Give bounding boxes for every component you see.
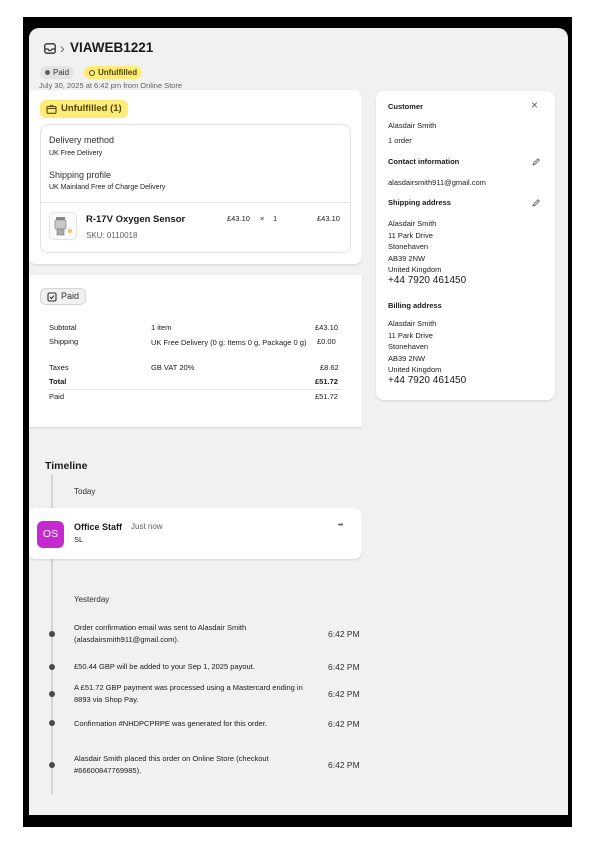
timeline-event: Confirmation #NHDPCPRPE was generated fo… [74,719,268,728]
taxes-label: Taxes [49,363,69,372]
more-actions-icon[interactable]: ••• [338,522,343,529]
billing-line: Stonehaven [388,342,429,351]
event-time: 6:42 PM [328,719,360,729]
package-icon [46,104,57,114]
paid-amount: £51.72 [315,392,338,401]
timeline-dot [49,664,55,670]
badge-label: Paid [53,68,70,77]
billing-address-heading: Billing address [388,301,442,310]
delivery-method-value: UK Free Delivery [49,150,103,157]
shipping-line: Alasdair Smith [388,219,437,228]
dot-icon [45,70,50,75]
product-thumbnail[interactable] [49,212,77,240]
badge-label: Unfulfilled [98,68,138,77]
billing-line: 11 Park Drive [388,330,433,340]
subtotal-label: Subtotal [49,323,77,332]
customer-name[interactable]: Alasdair Smith [388,120,436,132]
product-sku: SKU: 0110018 [86,231,138,240]
shipping-line: AB39 2NW [388,253,426,263]
timeline-heading: Timeline [45,460,88,472]
timeline-event: A £51.72 GBP payment was processed using… [74,683,303,704]
shipping-address-heading: Shipping address [388,198,451,207]
status-badge-unfulfilled: Unfulfilled [84,66,143,79]
customer-heading: Customer [388,102,424,111]
page-title: VIAWEB1221 [70,40,154,55]
taxes-amount: £8.62 [320,363,339,372]
timeline-event: Alasdair Smith placed this order on Onli… [74,754,269,775]
line-total: £43.10 [317,214,340,223]
inbox-icon[interactable] [44,43,56,54]
shipping-amount: £0.00 [317,337,336,346]
checkbox-receipt-icon [47,291,57,302]
subtotal-amount: £43.10 [315,323,338,332]
customer-orders[interactable]: 1 order [388,135,412,147]
total-amount: £51.72 [315,377,338,386]
billing-line: United Kingdom [388,365,442,374]
shipping-phone: +44 7920 461450 [388,275,467,286]
times-sign: × [260,214,265,223]
billing-line: AB39 2NW [388,353,426,363]
shipping-profile-label: Shipping profile [49,170,112,180]
avatar: OS [37,521,64,548]
pill-label: Paid [61,291,80,301]
customer-email[interactable]: alasdairsmith911@gmail.com [388,177,486,189]
timeline-dot [49,762,55,768]
event-time: 6:42 PM [328,689,360,699]
contact-heading: Contact information [388,157,460,166]
oxygen-sensor-image [54,217,73,236]
yesterday-label: Yesterday [74,595,110,604]
unfulfilled-status-pill: Unfulfilled (1) [40,100,128,118]
event-time: 6:42 PM [328,629,360,639]
staff-name: Office Staff [74,522,123,532]
divider [49,389,342,390]
edit-pencil-icon[interactable] [531,157,541,167]
comment-time: Just now [131,522,163,531]
paid-status-pill: Paid [40,288,87,305]
product-name[interactable]: R-17V Oxygen Sensor [86,214,185,225]
ring-icon [89,69,95,76]
edit-pencil-icon[interactable] [531,198,541,208]
billing-line: Alasdair Smith [388,319,437,328]
staff-comment-card [29,508,362,559]
today-label: Today [74,487,96,496]
timeline-event: Order confirmation email was sent to Ala… [74,623,247,644]
shipping-label: Shipping [49,337,79,346]
order-page: › VIAWEB1221 Paid Unfulfilled July 30, 2… [29,28,568,815]
subtotal-detail: 1 item [151,323,172,332]
status-badge-paid: Paid [40,66,75,79]
shipping-detail: UK Free Delivery (0 g: Items 0 g, Packag… [151,338,307,347]
order-date: July 30, 2025 at 6:42 pm from Online Sto… [39,81,182,90]
timeline-dot [49,631,55,637]
shipping-line: 11 Park Drive [388,230,433,240]
unit-price: £43.10 [227,214,250,223]
event-time: 6:42 PM [328,662,360,672]
shipping-line: United Kingdom [388,265,442,274]
billing-phone: +44 7920 461450 [388,375,467,386]
shipping-line: Stonehaven [388,242,429,251]
total-label: Total [49,377,67,386]
pill-label: Unfulfilled (1) [61,103,122,114]
timeline-dot [49,691,55,697]
event-time: 6:42 PM [328,760,360,770]
paid-label: Paid [49,392,65,401]
close-icon[interactable]: × [531,98,538,112]
delivery-method-label: Delivery method [49,135,115,145]
timeline-dot [49,720,55,726]
timeline-event[interactable]: £50.44 GBP will be added to your Sep 1, … [74,661,309,673]
quantity: 1 [273,214,278,223]
divider [41,202,350,203]
shipping-profile-value: UK Mainland Free of Charge Delivery [49,184,166,191]
breadcrumb-separator: › [60,40,65,56]
comment-text: SL [74,535,84,544]
taxes-detail: GB VAT 20% [151,363,195,372]
